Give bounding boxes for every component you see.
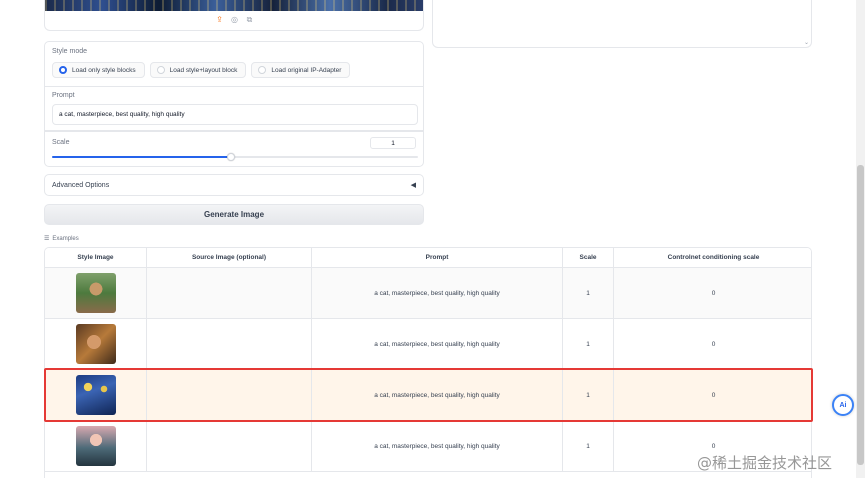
style-image-thumbnail[interactable] — [75, 273, 116, 313]
style-image-cell — [45, 370, 147, 420]
scale-label: Scale — [52, 139, 70, 146]
table-row-highlighted[interactable]: a cat, masterpiece, best quality, high q… — [45, 370, 811, 421]
source-image-cell — [147, 319, 312, 369]
examples-label: Examples — [52, 235, 79, 242]
table-header-row: Style Image Source Image (optional) Prom… — [45, 248, 811, 268]
column-header: Controlnet conditioning scale — [667, 254, 760, 261]
scale-number-input[interactable]: 1 — [370, 137, 416, 149]
advanced-options-accordion[interactable]: Advanced Options ◀ — [44, 174, 424, 196]
page-scrollbar[interactable] — [856, 0, 865, 478]
table-row[interactable]: a cat, masterpiece, best quality, high q… — [45, 319, 811, 370]
style-image-thumbnail[interactable] — [75, 426, 116, 466]
prompt-input[interactable]: a cat, masterpiece, best quality, high q… — [52, 104, 418, 125]
image-toolbar: ⇪ ◎ ⧉ — [215, 15, 254, 25]
style-image-cell — [45, 268, 147, 318]
radio-label: Load original IP-Adapter — [271, 66, 342, 74]
radio-dot-selected[interactable] — [59, 66, 67, 74]
radio-original-ip-adapter[interactable]: Load original IP-Adapter — [251, 62, 351, 78]
controlnet-cell: 0 — [711, 391, 716, 399]
ai-assistant-button[interactable]: Ai — [832, 394, 854, 416]
style-image-panel: ⇪ ◎ ⧉ — [44, 0, 424, 31]
caret-left-icon[interactable]: ◀ — [411, 181, 416, 189]
prompt-cell: a cat, masterpiece, best quality, high q… — [312, 370, 563, 420]
examples-header: ☰ Examples — [44, 235, 79, 243]
prompt-label: Prompt — [52, 92, 75, 99]
watermark: @稀土掘金技术社区 — [697, 454, 833, 472]
list-icon: ☰ — [44, 236, 50, 242]
slider-thumb[interactable] — [227, 153, 235, 161]
prompt-group: Prompt a cat, masterpiece, best quality,… — [44, 86, 424, 131]
examples-table: Style Image Source Image (optional) Prom… — [44, 247, 812, 478]
style-image-thumbnail[interactable] — [75, 324, 116, 364]
share-icon[interactable]: ◎ — [230, 15, 239, 24]
radio-style-layout[interactable]: Load style+layout block — [149, 62, 247, 78]
style-mode-radios: Load only style blocks Load style+layout… — [52, 62, 351, 78]
radio-label: Load style+layout block — [169, 66, 238, 74]
prompt-cell: a cat, masterpiece, best quality, high q… — [312, 421, 563, 471]
source-image-cell — [147, 421, 312, 471]
source-image-cell — [147, 268, 312, 318]
style-image-preview — [45, 0, 423, 11]
scale-cell: 1 — [563, 268, 614, 318]
generate-image-button[interactable]: Generate Image — [44, 204, 424, 225]
source-image-cell — [147, 370, 312, 420]
radio-dot[interactable] — [156, 66, 165, 74]
table-row[interactable]: a cat, masterpiece, best quality, high q… — [45, 268, 811, 319]
prompt-cell: a cat, masterpiece, best quality, high q… — [312, 319, 563, 369]
controlnet-cell: 0 — [711, 289, 716, 297]
radio-style-blocks[interactable]: Load only style blocks — [52, 62, 145, 78]
scale-group: Scale 1 — [44, 131, 424, 167]
advanced-options-label: Advanced Options — [52, 182, 110, 189]
radio-label: Load only style blocks — [72, 66, 136, 74]
scrollbar-thumb[interactable] — [857, 165, 864, 465]
radio-dot[interactable] — [258, 66, 267, 74]
image-edit-icon[interactable]: ⧉ — [245, 15, 254, 24]
style-image-cell — [45, 319, 147, 369]
style-mode-group: Style mode Load only style blocks Load s… — [44, 41, 424, 87]
prompt-cell: a cat, masterpiece, best quality, high q… — [312, 268, 563, 318]
scale-slider[interactable] — [52, 153, 418, 161]
upload-icon[interactable]: ⇪ — [215, 15, 224, 24]
scale-cell: 1 — [563, 319, 614, 369]
scale-cell: 1 — [563, 421, 614, 471]
column-header: Prompt — [312, 248, 563, 267]
chevron-down-icon[interactable]: ⌄ — [804, 39, 809, 46]
style-image-thumbnail[interactable] — [75, 375, 116, 415]
output-image-panel: ⌄ — [432, 0, 812, 48]
column-header: Scale — [563, 248, 614, 267]
column-header: Style Image — [45, 248, 147, 267]
scale-cell: 1 — [563, 370, 614, 420]
column-header: Source Image (optional) — [147, 248, 312, 267]
style-image-cell — [45, 421, 147, 471]
controlnet-cell: 0 — [711, 340, 716, 348]
slider-fill — [52, 156, 231, 158]
style-mode-label: Style mode — [52, 48, 88, 55]
